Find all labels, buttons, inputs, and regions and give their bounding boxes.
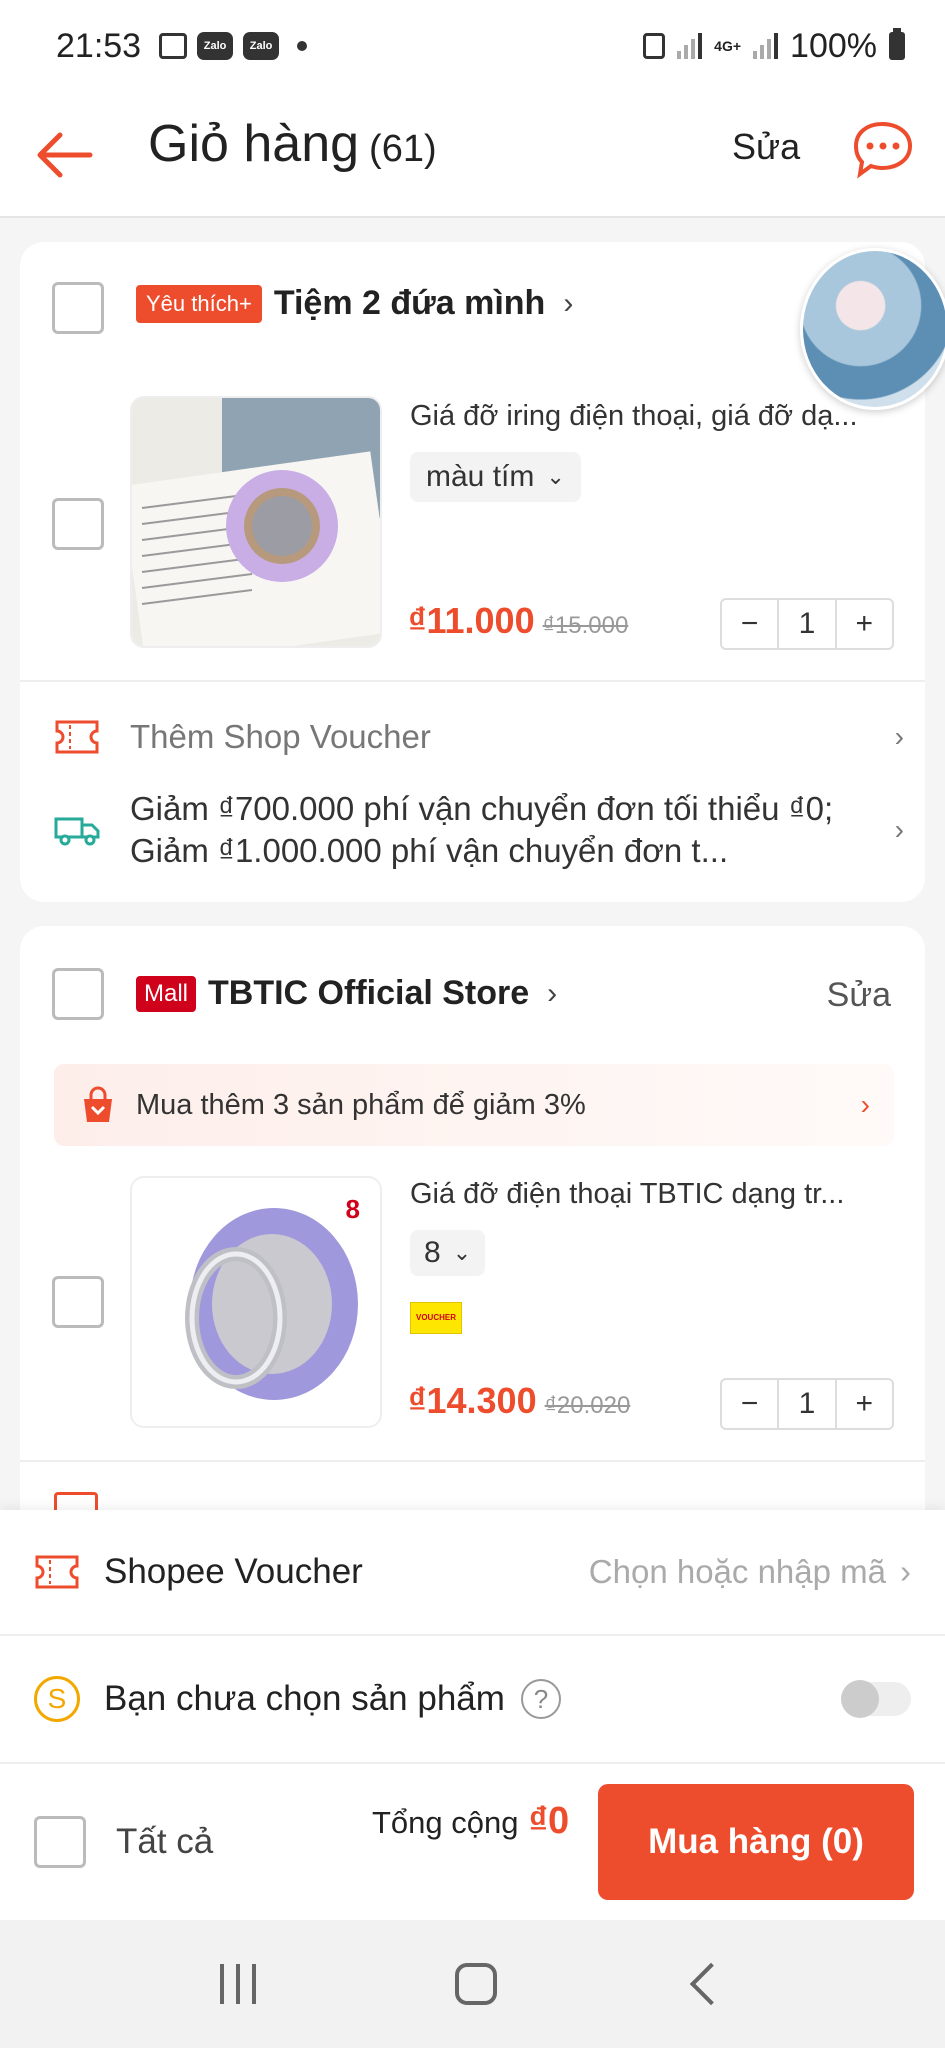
- variant-label: 8: [424, 1236, 441, 1269]
- checkout-button[interactable]: Mua hàng (0): [598, 1784, 914, 1900]
- total-block: Tổng cộng ₫0: [372, 1800, 569, 1843]
- rank-badge: 8: [345, 1194, 360, 1224]
- sim-icon: [643, 33, 666, 59]
- product-image[interactable]: 8: [130, 1176, 382, 1428]
- checkout-panel: Shopee Voucher Chọn hoặc nhập mã › S Bạn…: [0, 1510, 945, 1920]
- mall-badge: Mall: [136, 975, 197, 1012]
- shop-card-1: Yêu thích+ Tiệm 2 đứa mình › Giá đỡ irin…: [20, 242, 925, 902]
- shipping-promo-text: Giảm ₫700.000 phí vận chuyển đơn tối thi…: [130, 790, 834, 869]
- zalo-icon: Zalo: [197, 32, 234, 60]
- signal-icon: [677, 33, 703, 59]
- help-icon[interactable]: ?: [520, 1679, 561, 1719]
- signal-icon: [753, 33, 779, 59]
- back-arrow-icon[interactable]: [30, 120, 100, 190]
- network-type: 4G+: [714, 37, 742, 54]
- quantity-value[interactable]: 1: [777, 1380, 837, 1428]
- price-block: ₫11.000 ₫15.000: [408, 600, 628, 642]
- product-name[interactable]: Giá đỡ điện thoại TBTIC dạng tr...: [410, 1178, 905, 1211]
- current-price: ₫11.000: [408, 600, 535, 641]
- current-price: ₫14.300: [408, 1380, 537, 1421]
- chevron-right-icon: ›: [900, 1553, 911, 1590]
- bundle-promo-text: Mua thêm 3 sản phẩm để giảm 3%: [136, 1088, 586, 1121]
- edit-cart-button[interactable]: Sửa: [732, 126, 800, 168]
- shopping-bag-icon: [84, 1086, 112, 1122]
- page-title: Giỏ hàng (61): [148, 114, 437, 174]
- voucher-icon: [35, 1555, 79, 1589]
- status-time: 21:53: [56, 26, 142, 65]
- divider: [20, 1460, 925, 1462]
- price-block: ₫14.300 ₫20.020: [408, 1380, 630, 1422]
- quantity-stepper: − 1 +: [720, 1378, 894, 1430]
- chevron-right-icon: ›: [547, 976, 558, 1010]
- coin-toggle[interactable]: [841, 1680, 911, 1718]
- voucher-action[interactable]: Chọn hoặc nhập mã ›: [589, 1553, 911, 1591]
- variant-selector[interactable]: 8 ⌄: [410, 1230, 486, 1276]
- home-icon[interactable]: [454, 1963, 497, 2005]
- shop-name: Tiệm 2 đứa mình: [273, 284, 546, 322]
- decrease-button[interactable]: −: [722, 1387, 777, 1421]
- shop-name: TBTIC Official Store: [208, 974, 530, 1012]
- coin-label: Bạn chưa chọn sản phẩm: [104, 1679, 505, 1718]
- status-bar: 21:53 Zalo Zalo 4G+ 100%: [0, 0, 945, 92]
- quantity-stepper: − 1 +: [720, 598, 894, 650]
- recent-apps-icon[interactable]: [219, 1964, 256, 2004]
- notification-dot-icon: [297, 41, 308, 51]
- total-label: Tổng cộng: [372, 1805, 519, 1840]
- chevron-down-icon: ⌄: [546, 464, 565, 489]
- shop-checkbox[interactable]: [52, 968, 104, 1020]
- favorite-badge: Yêu thích+: [136, 284, 262, 323]
- variant-selector[interactable]: màu tím ⌄: [410, 452, 581, 502]
- shop-voucher-label: Thêm Shop Voucher: [130, 718, 431, 755]
- checkout-bar: Tất cả Tổng cộng ₫0 Mua hàng (0): [0, 1764, 945, 1920]
- chevron-right-icon: ›: [860, 1089, 870, 1120]
- increase-button[interactable]: +: [837, 607, 892, 641]
- voucher-action-text: Chọn hoặc nhập mã: [588, 1553, 886, 1590]
- battery-icon: [889, 28, 905, 60]
- chat-icon[interactable]: [848, 114, 918, 184]
- shop-header[interactable]: Mall TBTIC Official Store ›: [136, 974, 557, 1013]
- voucher-tag: VOUCHER: [410, 1302, 462, 1334]
- original-price: ₫15.000: [542, 612, 629, 639]
- shop-checkbox[interactable]: [52, 282, 104, 334]
- battery-percent: 100%: [790, 26, 877, 65]
- total-value: ₫0: [528, 1800, 570, 1842]
- zalo-icon: Zalo: [243, 32, 280, 60]
- original-price: ₫20.020: [544, 1392, 631, 1419]
- divider: [20, 680, 925, 682]
- shopee-coin-icon: S: [34, 1676, 80, 1722]
- shop-header[interactable]: Yêu thích+ Tiệm 2 đứa mình ›: [136, 284, 573, 323]
- shipping-truck-icon: [54, 817, 100, 846]
- product-checkbox[interactable]: [52, 1276, 104, 1328]
- back-icon[interactable]: [689, 1962, 732, 2006]
- chevron-down-icon: ⌄: [452, 1240, 472, 1265]
- product-checkbox[interactable]: [52, 498, 104, 550]
- increase-button[interactable]: +: [837, 1387, 892, 1421]
- chevron-right-icon: ›: [894, 721, 904, 752]
- shopee-voucher-row[interactable]: Shopee Voucher Chọn hoặc nhập mã ›: [0, 1510, 945, 1636]
- floating-avatar[interactable]: [800, 248, 945, 410]
- cart-header: Giỏ hàng (61) Sửa: [0, 92, 945, 218]
- coin-row: S Bạn chưa chọn sản phẩm ?: [0, 1636, 945, 1764]
- shipping-promo-row[interactable]: Giảm ₫700.000 phí vận chuyển đơn tối thi…: [54, 788, 904, 872]
- select-all-checkbox[interactable]: [34, 1816, 86, 1868]
- product-name[interactable]: Giá đỡ iring điện thoại, giá đỡ dạ...: [410, 400, 905, 433]
- page-title-text: Giỏ hàng: [148, 115, 360, 173]
- shopee-voucher-label: Shopee Voucher: [104, 1552, 363, 1591]
- chevron-right-icon: ›: [563, 286, 574, 320]
- voucher-icon: [55, 720, 99, 754]
- quantity-value[interactable]: 1: [777, 600, 837, 648]
- variant-label: màu tím: [426, 460, 535, 493]
- shop-voucher-row[interactable]: Thêm Shop Voucher ›: [54, 718, 904, 756]
- shop-card-2: Mall TBTIC Official Store › Sửa Mua thêm…: [20, 926, 925, 1526]
- decrease-button[interactable]: −: [722, 607, 777, 641]
- cart-count: (61): [369, 128, 437, 170]
- system-nav-bar: [0, 1920, 945, 2048]
- product-image[interactable]: [130, 396, 382, 648]
- select-all-label[interactable]: Tất cả: [116, 1822, 213, 1862]
- chevron-right-icon: ›: [894, 814, 904, 845]
- edit-shop-button[interactable]: Sửa: [827, 976, 891, 1015]
- bundle-promo-banner[interactable]: Mua thêm 3 sản phẩm để giảm 3% ›: [54, 1064, 894, 1146]
- gallery-icon: [159, 33, 188, 59]
